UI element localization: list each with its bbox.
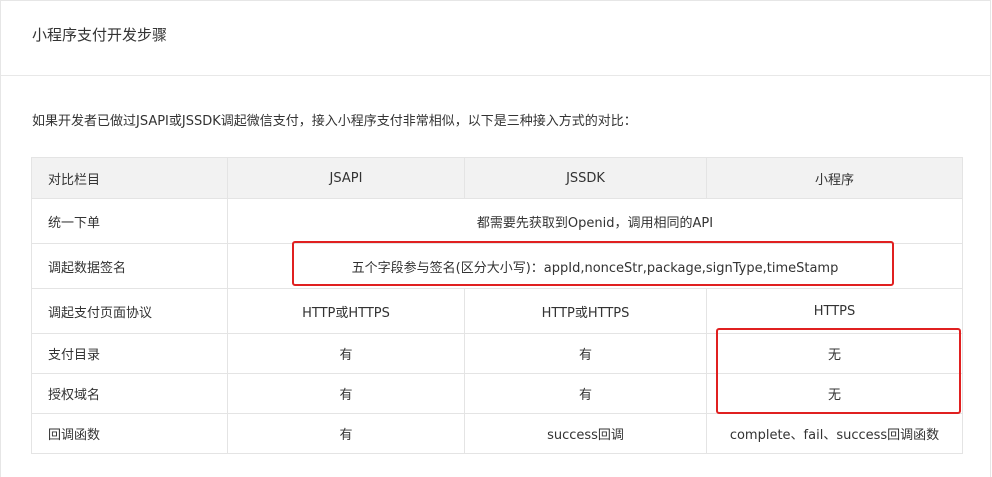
table-cell: 有 <box>227 333 465 374</box>
row-label: 调起数据签名 <box>31 243 228 289</box>
row-label: 回调函数 <box>31 413 228 454</box>
comparison-table: 对比栏目 JSAPI JSSDK 小程序 统一下单 都需要先获取到Openid，… <box>31 157 963 454</box>
table-cell: 无 <box>706 373 963 414</box>
merged-cell: 五个字段参与签名(区分大小写)：appId,nonceStr,package,s… <box>227 243 963 289</box>
row-label: 支付目录 <box>31 333 228 374</box>
table-row: 支付目录 有 有 无 <box>31 333 963 374</box>
column-header: JSAPI <box>227 157 465 199</box>
table-cell: 有 <box>227 413 465 454</box>
table-cell: HTTP或HTTPS <box>464 288 707 334</box>
table-row: 统一下单 都需要先获取到Openid，调用相同的API <box>31 198 963 244</box>
row-label: 调起支付页面协议 <box>31 288 228 334</box>
page-header: 小程序支付开发步骤 <box>1 1 990 76</box>
table-cell: HTTP或HTTPS <box>227 288 465 334</box>
page-title: 小程序支付开发步骤 <box>32 25 168 44</box>
row-label: 授权域名 <box>31 373 228 414</box>
intro-text: 如果开发者已做过JSAPI或JSSDK调起微信支付，接入小程序支付非常相似，以下… <box>32 114 637 129</box>
table-cell: 无 <box>706 333 963 374</box>
table-cell: 有 <box>464 373 707 414</box>
table-cell: 有 <box>227 373 465 414</box>
table-row: 调起支付页面协议 HTTP或HTTPS HTTP或HTTPS HTTPS <box>31 288 963 334</box>
column-header: 小程序 <box>706 157 963 199</box>
table-row: 回调函数 有 success回调 complete、fail、success回调… <box>31 413 963 454</box>
table-cell: HTTPS <box>706 288 963 334</box>
table-header-row: 对比栏目 JSAPI JSSDK 小程序 <box>31 157 963 199</box>
table-cell: 有 <box>464 333 707 374</box>
table-cell: success回调 <box>464 413 707 454</box>
column-header: JSSDK <box>464 157 707 199</box>
merged-cell: 都需要先获取到Openid，调用相同的API <box>227 198 963 244</box>
column-header: 对比栏目 <box>31 157 228 199</box>
table-cell: complete、fail、success回调函数 <box>706 413 963 454</box>
row-label: 统一下单 <box>31 198 228 244</box>
table-row: 调起数据签名 五个字段参与签名(区分大小写)：appId,nonceStr,pa… <box>31 243 963 289</box>
table-row: 授权域名 有 有 无 <box>31 373 963 414</box>
